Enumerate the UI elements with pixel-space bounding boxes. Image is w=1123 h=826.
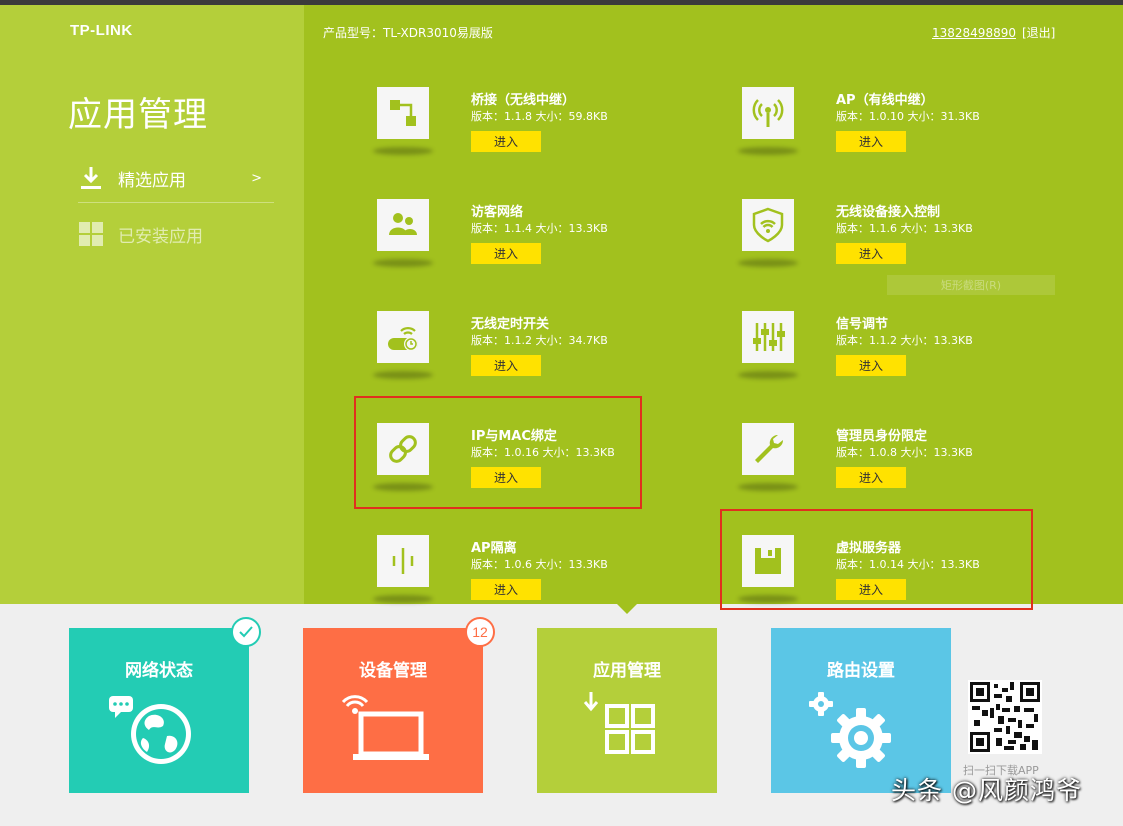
tile-title: 路由设置 — [827, 661, 895, 681]
active-tab-pointer — [617, 604, 637, 614]
app-card-signal-tuning: 信号调节 版本：1.1.2 大小：13.3KB 进入 — [738, 311, 1032, 401]
app-meta: 版本：1.1.6 大小：13.3KB — [836, 222, 973, 235]
globe-icon — [109, 696, 191, 764]
wifi-shield-icon[interactable] — [742, 199, 794, 251]
watermark-text: 头条 @风颜鸿爷 — [891, 776, 1082, 805]
tile-title: 应用管理 — [593, 661, 661, 681]
sidebar-item-label: 已安装应用 — [118, 226, 203, 247]
sidebar-item-label: 精选应用 — [118, 170, 186, 191]
sliders-icon[interactable] — [742, 311, 794, 363]
app-name: IP与MAC绑定 — [471, 429, 557, 444]
sidebar-item-featured-apps[interactable]: 精选应用 > — [78, 158, 274, 198]
app-name: 无线设备接入控制 — [836, 205, 941, 220]
laptop-icon — [341, 695, 429, 760]
enter-button[interactable]: 进入 — [836, 579, 906, 600]
device-count-badge: 12 — [465, 617, 495, 647]
app-name: 虚拟服务器 — [836, 541, 902, 556]
account-link[interactable]: 13828498890 — [932, 26, 1016, 40]
app-meta: 版本：1.0.16 大小：13.3KB — [471, 446, 615, 459]
wifi-timer-icon[interactable] — [377, 311, 429, 363]
app-meta: 版本：1.0.14 大小：13.3KB — [836, 558, 980, 571]
apps-grid-icon — [583, 692, 655, 754]
page-title: 应用管理 — [68, 95, 208, 135]
enter-button[interactable]: 进入 — [836, 355, 906, 376]
tp-link-logo: TP-LINK — [70, 22, 133, 39]
app-card-guest-network: 访客网络 版本：1.1.4 大小：13.3KB 进入 — [373, 199, 667, 289]
logout-link[interactable]: [退出] — [1022, 26, 1055, 40]
app-meta: 版本：1.1.2 大小：34.7KB — [471, 334, 608, 347]
enter-button[interactable]: 进入 — [836, 467, 906, 488]
enter-button[interactable]: 进入 — [471, 131, 541, 152]
bridge-icon[interactable] — [377, 87, 429, 139]
gear-icon — [809, 692, 891, 768]
tile-network-status[interactable]: 网络状态 — [69, 628, 249, 793]
tile-device-management[interactable]: 设备管理 — [303, 628, 483, 793]
app-meta: 版本：1.0.6 大小：13.3KB — [471, 558, 608, 571]
check-icon — [231, 617, 261, 647]
app-card-ip-mac-binding: IP与MAC绑定 版本：1.0.16 大小：13.3KB 进入 — [373, 423, 667, 513]
tile-app-management[interactable]: 应用管理 — [537, 628, 717, 793]
app-meta: 版本：1.1.2 大小：13.3KB — [836, 334, 973, 347]
link-icon[interactable] — [377, 423, 429, 475]
chevron-right-icon: > — [251, 170, 262, 186]
enter-button[interactable]: 进入 — [471, 467, 541, 488]
app-name: 桥接（无线中继） — [471, 93, 576, 108]
app-card-bridge: 桥接（无线中继） 版本：1.1.8 大小：59.8KB 进入 — [373, 87, 667, 177]
product-model: 产品型号：TL-XDR3010易展版 — [323, 26, 493, 40]
screenshot-hint: 矩形截图(R) — [887, 275, 1055, 295]
enter-button[interactable]: 进入 — [471, 355, 541, 376]
app-name: AP隔离 — [471, 541, 517, 556]
tile-title: 设备管理 — [359, 661, 427, 681]
enter-button[interactable]: 进入 — [836, 243, 906, 264]
enter-button[interactable]: 进入 — [471, 579, 541, 600]
server-disk-icon[interactable] — [742, 535, 794, 587]
app-card-ap: AP（有线中继） 版本：1.0.10 大小：31.3KB 进入 — [738, 87, 1032, 177]
ap-icon[interactable] — [742, 87, 794, 139]
tile-router-settings[interactable]: 路由设置 — [771, 628, 951, 793]
guest-users-icon[interactable] — [377, 199, 429, 251]
tile-title: 网络状态 — [125, 661, 193, 681]
user-area: 13828498890 [退出] — [932, 24, 1055, 41]
app-name: 信号调节 — [836, 317, 889, 332]
enter-button[interactable]: 进入 — [836, 131, 906, 152]
app-meta: 版本：1.0.10 大小：31.3KB — [836, 110, 980, 123]
app-name: 访客网络 — [471, 205, 524, 220]
app-name: 无线定时开关 — [471, 317, 550, 332]
download-icon — [78, 165, 104, 191]
wrench-icon[interactable] — [742, 423, 794, 475]
sidebar-item-installed-apps[interactable]: 已安装应用 — [78, 214, 274, 254]
app-name: 管理员身份限定 — [836, 429, 928, 444]
enter-button[interactable]: 进入 — [471, 243, 541, 264]
app-name: AP（有线中继） — [836, 93, 934, 108]
grid-icon — [78, 221, 104, 247]
qr-code — [968, 680, 1042, 754]
app-card-admin-restriction: 管理员身份限定 版本：1.0.8 大小：13.3KB 进入 — [738, 423, 1032, 513]
app-card-virtual-server: 虚拟服务器 版本：1.0.14 大小：13.3KB 进入 — [738, 535, 1032, 625]
sidebar-divider — [78, 202, 274, 203]
app-meta: 版本：1.1.4 大小：13.3KB — [471, 222, 608, 235]
ap-isolation-icon[interactable] — [377, 535, 429, 587]
app-meta: 版本：1.0.8 大小：13.3KB — [836, 446, 973, 459]
app-card-wireless-timer: 无线定时开关 版本：1.1.2 大小：34.7KB 进入 — [373, 311, 667, 401]
app-meta: 版本：1.1.8 大小：59.8KB — [471, 110, 608, 123]
